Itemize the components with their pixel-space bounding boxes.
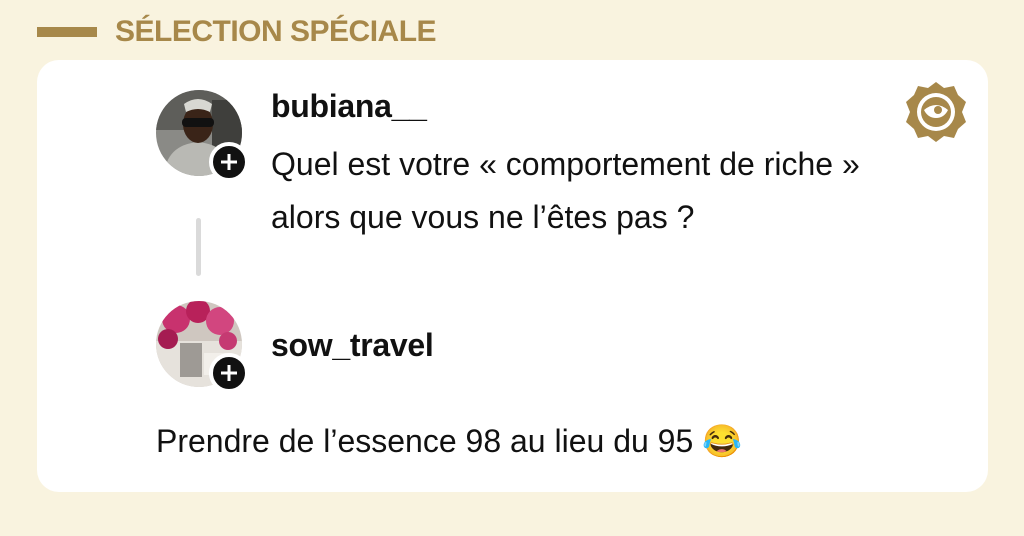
brand-logo-icon	[904, 80, 968, 144]
thread-card: bubiana__ Quel est votre « comportement …	[37, 60, 988, 492]
reply-avatar[interactable]	[156, 301, 249, 397]
post-avatar[interactable]	[156, 90, 249, 186]
reply-username[interactable]: sow_travel	[271, 327, 434, 364]
reply-text-content: Prendre de l’essence 98 au lieu du 95	[156, 423, 694, 459]
reply-text: Prendre de l’essence 98 au lieu du 95 😂	[156, 416, 742, 466]
section-title: SÉLECTION SPÉCIALE	[115, 15, 437, 48]
follow-plus-icon[interactable]	[209, 142, 249, 182]
thread-connector-line	[196, 218, 201, 276]
follow-plus-icon[interactable]	[209, 353, 249, 393]
post-text: Quel est votre « comportement de riche »…	[271, 146, 860, 235]
header-accent-bar	[37, 27, 97, 37]
post-username[interactable]: bubiana__	[271, 88, 427, 125]
section-header: SÉLECTION SPÉCIALE	[37, 12, 437, 52]
laughing-emoji-icon: 😂	[702, 423, 742, 459]
